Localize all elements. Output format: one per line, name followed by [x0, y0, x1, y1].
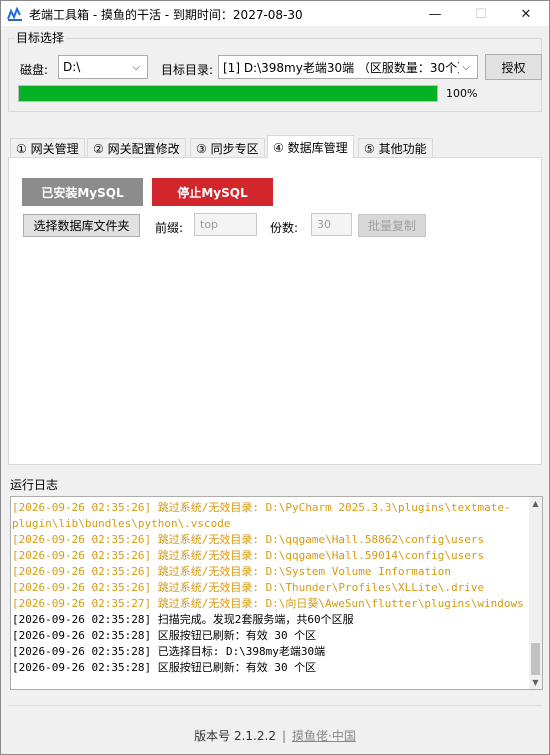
- log-line: [2026-09-26 02:35:28] 扫描完成。发现2套服务端，共60个区…: [12, 613, 354, 626]
- authorize-button[interactable]: 授权: [485, 54, 542, 80]
- scroll-up-icon[interactable]: ▲: [529, 497, 542, 510]
- tab-sync-zone[interactable]: ③ 同步专区: [190, 138, 265, 157]
- tab-gateway-config[interactable]: ② 网关配置修改: [87, 138, 186, 157]
- log-title: 运行日志: [10, 478, 59, 492]
- scroll-thumb[interactable]: [531, 643, 540, 675]
- target-group-title: 目标选择: [14, 29, 67, 46]
- prefix-label: 前缀:: [155, 221, 184, 235]
- progress-fill: [19, 86, 437, 101]
- mysql-installed-button[interactable]: 已安装MySQL: [22, 178, 143, 206]
- chevron-down-icon: ⌵: [132, 61, 140, 73]
- disk-select-value: D:\: [63, 60, 81, 74]
- minimize-button[interactable]: —: [413, 2, 457, 26]
- log-line: [2026-09-26 02:35:28] 已选择目标: D:\398my老端3…: [12, 645, 326, 658]
- prefix-input[interactable]: top: [194, 213, 257, 236]
- tab-other-functions[interactable]: ⑤ 其他功能: [358, 138, 433, 157]
- close-button[interactable]: ✕: [504, 2, 548, 26]
- log-line: [2026-09-26 02:35:26] 跳过系统/无效目录: D:\Thun…: [12, 581, 485, 594]
- tab-database-manage[interactable]: ④ 数据库管理: [267, 135, 354, 158]
- progress-text: 100%: [446, 87, 478, 100]
- chevron-down-icon: ⌵: [462, 61, 470, 73]
- log-line: [2026-09-26 02:35:28] 区服按钮已刷新：有效 30 个区: [12, 661, 317, 674]
- log-scrollbar[interactable]: ▲ ▼: [529, 497, 542, 689]
- copies-label: 份数:: [270, 221, 299, 235]
- log-line: [2026-09-26 02:35:26] 跳过系统/无效目录: D:\qqga…: [12, 533, 485, 546]
- disk-label: 磁盘:: [20, 63, 49, 77]
- disk-select[interactable]: D:\ ⌵: [58, 55, 148, 79]
- dir-select[interactable]: [1] D:\398my老端30端 （区服数量：30个） ⌵: [218, 55, 478, 79]
- log-line: [2026-09-26 02:35:26] 跳过系统/无效目录: D:\qqga…: [12, 549, 485, 562]
- window-title: 老端工具箱 - 摸鱼的干活 - 到期时间：2027-08-30: [29, 8, 303, 22]
- footer-divider: [8, 705, 542, 706]
- progress-bar: [18, 85, 438, 102]
- footer-link[interactable]: 摸鱼佬·中国: [292, 729, 356, 743]
- log-line: plugin\lib\bundles\python\.vscode: [12, 517, 231, 530]
- log-line: [2026-09-26 02:35:28] 区服按钮已刷新：有效 30 个区: [12, 629, 317, 642]
- copies-input[interactable]: 30: [311, 213, 352, 236]
- app-logo-icon: [7, 6, 23, 22]
- dir-select-value: [1] D:\398my老端30端 （区服数量：30个）: [223, 60, 459, 75]
- footer-separator: |: [281, 729, 287, 743]
- maximize-button: ☐: [475, 6, 487, 22]
- title-bar: 老端工具箱 - 摸鱼的干活 - 到期时间：2027-08-30 — ☐ ✕: [1, 1, 549, 26]
- scroll-down-icon[interactable]: ▼: [529, 676, 542, 689]
- log-line: [2026-09-26 02:35:27] 跳过系统/无效目录: D:\向日葵\…: [12, 597, 524, 610]
- dir-label: 目标目录:: [161, 63, 214, 77]
- tab-gateway-manage[interactable]: ① 网关管理: [10, 138, 85, 157]
- log-line: [2026-09-26 02:35:26] 跳过系统/无效目录: D:\PyCh…: [12, 501, 511, 514]
- log-line: [2026-09-26 02:35:26] 跳过系统/无效目录: D:\Syst…: [12, 565, 451, 578]
- stop-mysql-button[interactable]: 停止MySQL: [152, 178, 273, 206]
- batch-copy-button: 批量复制: [358, 214, 426, 237]
- log-output[interactable]: [2026-09-26 02:35:26] 跳过系统/无效目录: D:\PyCh…: [10, 496, 543, 690]
- log-lines: [2026-09-26 02:35:26] 跳过系统/无效目录: D:\PyCh…: [11, 500, 531, 676]
- version-text: 版本号 2.1.2.2: [194, 729, 276, 743]
- select-db-folder-button[interactable]: 选择数据库文件夹: [23, 214, 140, 237]
- footer: 版本号 2.1.2.2 | 摸鱼佬·中国: [0, 727, 550, 744]
